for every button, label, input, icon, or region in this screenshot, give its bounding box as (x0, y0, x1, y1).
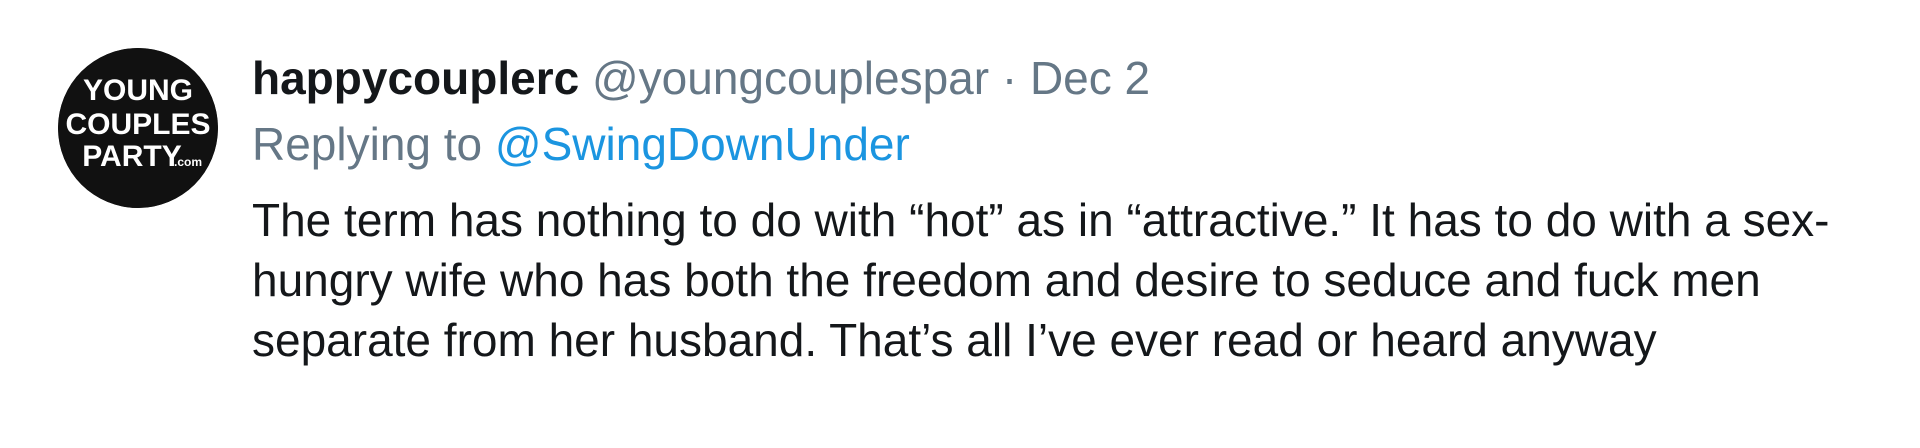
avatar-line-3: PARTY (82, 140, 181, 173)
display-name[interactable]: happycouplerc (252, 52, 579, 104)
tweet-card[interactable]: YOUNG COUPLES PARTY .com happycouplerc @… (0, 0, 1920, 448)
tweet-header: happycouplerc @youngcouplespar · Dec 2 (252, 48, 1880, 108)
avatar-line-3-suffix: .com (174, 155, 202, 169)
avatar-line-1: YOUNG (83, 74, 193, 107)
avatar-line-2: COUPLES (65, 108, 210, 141)
reply-target-link[interactable]: @SwingDownUnder (495, 118, 910, 170)
header-separator: · (1001, 52, 1018, 104)
tweet-body: The term has nothing to do with “hot” as… (252, 194, 1830, 366)
reply-context: Replying to @SwingDownUnder (252, 114, 1880, 174)
avatar[interactable]: YOUNG COUPLES PARTY .com (58, 48, 218, 208)
avatar-logo-icon: YOUNG COUPLES PARTY .com (58, 48, 218, 208)
user-handle[interactable]: @youngcouplespar (592, 52, 989, 104)
tweet-content: happycouplerc @youngcouplespar · Dec 2 R… (252, 48, 1880, 370)
tweet-date[interactable]: Dec 2 (1030, 52, 1150, 104)
reply-prefix: Replying to (252, 118, 483, 170)
